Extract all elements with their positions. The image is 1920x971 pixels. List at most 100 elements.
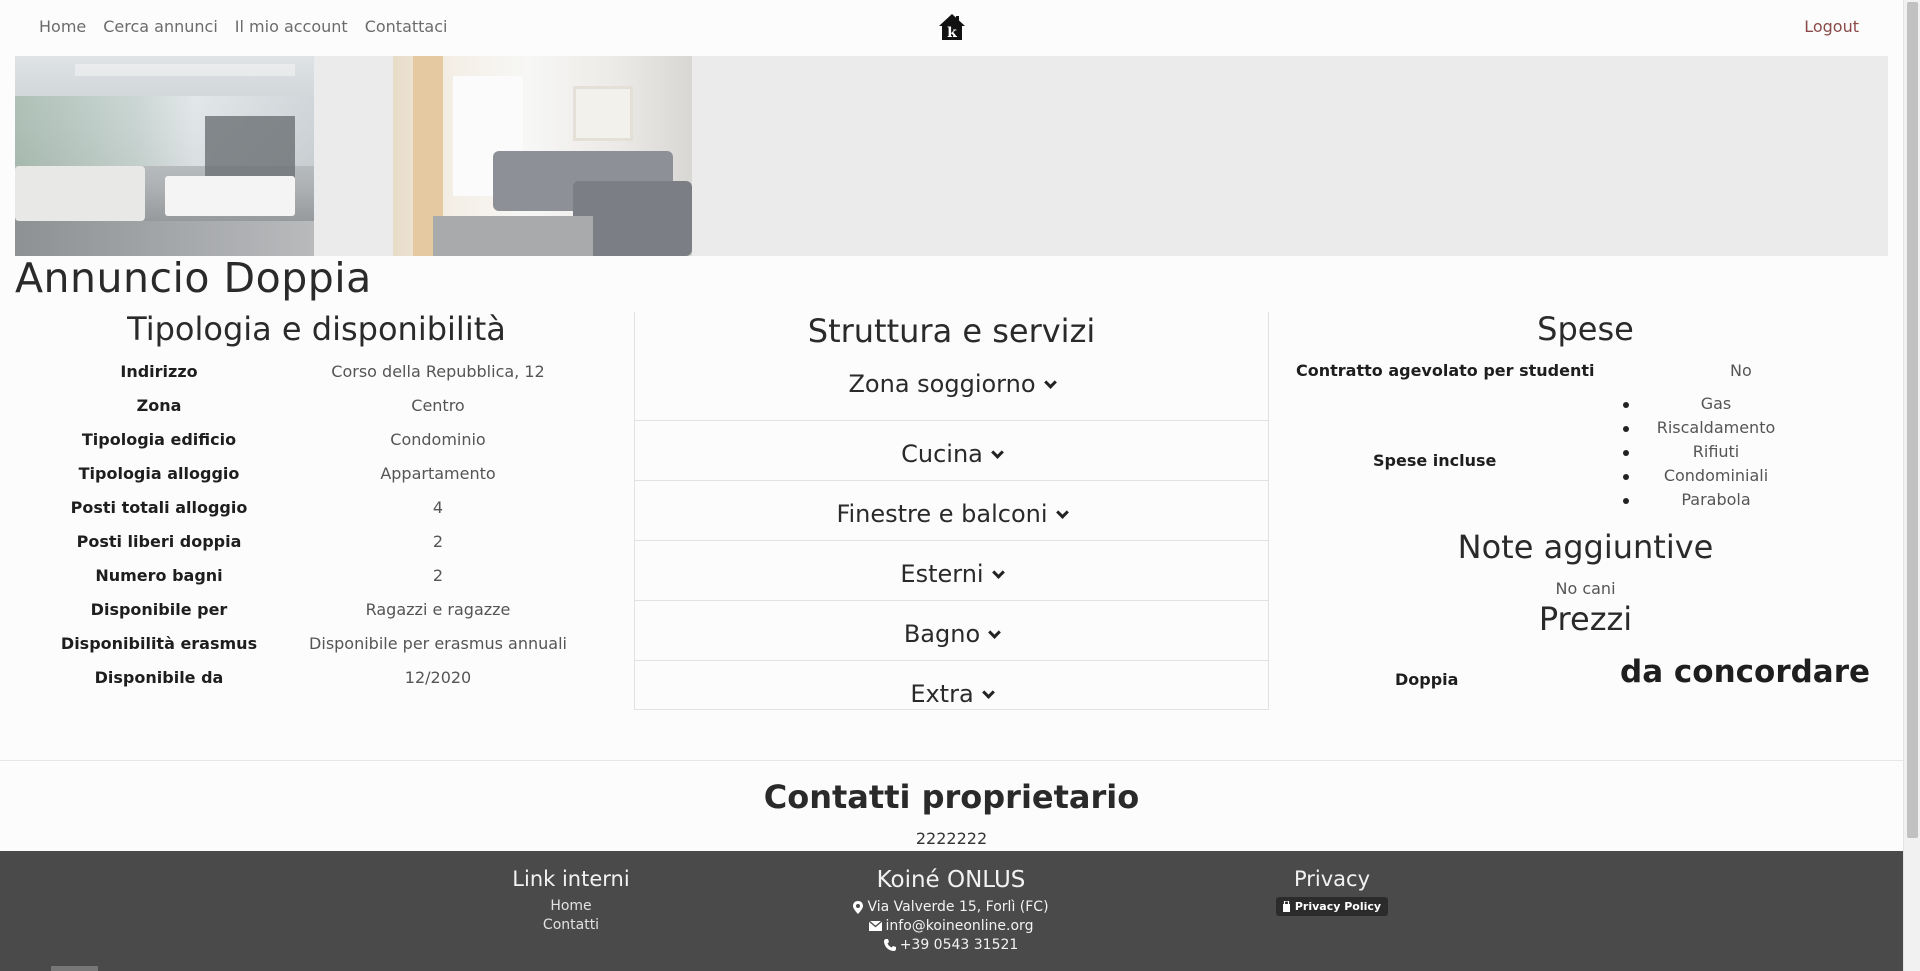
accordion-cucina[interactable]: Cucina	[635, 421, 1268, 481]
house-logo-icon[interactable]: k	[936, 11, 968, 43]
spec-label: Disponibile per	[90, 599, 228, 619]
footer-links-column: Link interni Home Contatti	[471, 867, 671, 933]
section-divider	[0, 760, 1903, 761]
spec-value: Disponibile per erasmus annuali	[309, 633, 567, 653]
spec-label: Posti totali alloggio	[70, 497, 248, 517]
lock-icon	[1282, 901, 1290, 912]
nav-links: Home Cerca annunci Il mio account Contat…	[39, 17, 447, 36]
footer: Link interni Home Contatti Koiné ONLUS V…	[0, 851, 1903, 971]
spec-label: Zona	[136, 395, 182, 415]
footer-bottom-strip	[51, 966, 98, 971]
address-text: Via Valverde 15, Forlì (FC)	[867, 899, 1049, 915]
accordion-bagno[interactable]: Bagno	[635, 601, 1268, 661]
owner-phone: 2222222	[915, 829, 988, 848]
spec-label: Tipologia alloggio	[78, 463, 240, 483]
spec-row-posti-totali: Posti totali alloggio 4	[40, 490, 620, 524]
spec-value: Corso della Repubblica, 12	[331, 361, 545, 381]
nav-account-link[interactable]: Il mio account	[235, 17, 348, 36]
page-scrollbar[interactable]	[1903, 0, 1920, 971]
accordion-label: Extra	[910, 680, 974, 708]
accordion-zona-soggiorno[interactable]: Zona soggiorno	[635, 362, 1268, 421]
spec-label: Numero bagni	[95, 565, 223, 585]
spec-row-tipologia-edificio: Tipologia edificio Condominio	[40, 422, 620, 456]
logout-link[interactable]: Logout	[1804, 17, 1859, 36]
spec-label: Disponibile da	[94, 667, 224, 687]
accordion-esterni[interactable]: Esterni	[635, 541, 1268, 601]
map-marker-icon	[853, 900, 864, 914]
list-item: Condominiali	[1600, 466, 1832, 490]
footer-privacy-column: Privacy Privacy Policy	[1232, 867, 1432, 916]
chevron-down-icon	[1055, 506, 1069, 519]
spec-row-tipologia-alloggio: Tipologia alloggio Appartamento	[40, 456, 620, 490]
specs-table: Indirizzo Corso della Repubblica, 12 Zon…	[40, 354, 620, 694]
list-item: Riscaldamento	[1600, 418, 1832, 442]
spec-row-posti-liberi: Posti liberi doppia 2	[40, 524, 620, 558]
section-title-struttura: Struttura e servizi	[807, 312, 1096, 350]
spec-value: Appartamento	[380, 463, 496, 483]
nav-search-link[interactable]: Cerca annunci	[103, 17, 218, 36]
chevron-down-icon	[981, 686, 995, 699]
photo-gallery	[15, 56, 1888, 256]
accordion-label: Bagno	[903, 620, 981, 648]
section-title-prezzi: Prezzi	[1538, 600, 1633, 638]
scrollbar-thumb[interactable]	[1907, 2, 1918, 838]
nav-home-link[interactable]: Home	[39, 17, 86, 36]
prezzo-label: Doppia	[1395, 670, 1459, 689]
footer-org-title: Koiné ONLUS	[876, 867, 1026, 893]
phone-icon	[883, 939, 896, 951]
struttura-accordion: Struttura e servizi Zona soggiorno Cucin…	[634, 312, 1269, 710]
spese-incluse-label: Spese incluse	[1373, 451, 1497, 470]
envelope-icon	[868, 921, 882, 931]
list-item: Rifiuti	[1600, 442, 1832, 466]
spec-row-disponibile-per: Disponibile per Ragazzi e ragazze	[40, 592, 620, 626]
privacy-policy-button[interactable]: Privacy Policy	[1275, 897, 1389, 916]
footer-email: info@koineonline.org	[801, 918, 1101, 934]
spec-row-indirizzo: Indirizzo Corso della Repubblica, 12	[40, 354, 620, 388]
contratto-label: Contratto agevolato per studenti	[1296, 361, 1595, 380]
page-title: Annuncio Doppia	[15, 254, 372, 302]
spec-value: Centro	[411, 395, 465, 415]
spec-label: Disponibilità erasmus	[60, 633, 258, 653]
chevron-down-icon	[991, 446, 1004, 459]
prezzo-value: da concordare	[1620, 654, 1871, 690]
accordion-finestre-balconi[interactable]: Finestre e balconi	[635, 481, 1268, 541]
accordion-label: Cucina	[901, 440, 983, 468]
footer-contacts-link[interactable]: Contatti	[471, 917, 671, 933]
logo-letter: k	[947, 25, 957, 41]
chevron-down-icon	[1043, 376, 1057, 389]
contratto-value: No	[1730, 361, 1752, 380]
contacts-title: Contatti proprietario	[763, 778, 1140, 816]
footer-privacy-title: Privacy	[1293, 867, 1371, 891]
footer-org-column: Koiné ONLUS Via Valverde 15, Forlì (FC) …	[801, 867, 1101, 953]
spec-value: 2	[432, 565, 444, 585]
phone-text: +39 0543 31521	[899, 937, 1019, 953]
spec-value: 2	[432, 531, 444, 551]
accordion-label: Esterni	[900, 560, 984, 588]
section-title-note: Note aggiuntive	[1457, 528, 1714, 566]
chevron-down-icon	[988, 626, 1002, 639]
footer-address: Via Valverde 15, Forlì (FC)	[801, 899, 1101, 915]
section-title-tipologia: Tipologia e disponibilità	[127, 310, 506, 348]
spec-value: 12/2020	[404, 667, 472, 687]
spec-label: Posti liberi doppia	[76, 531, 242, 551]
footer-phone: +39 0543 31521	[801, 937, 1101, 953]
chevron-down-icon	[991, 566, 1005, 579]
gallery-photo-living-room[interactable]	[15, 56, 314, 256]
spese-incluse-list: Gas Riscaldamento Rifiuti Condominiali P…	[1600, 394, 1832, 514]
email-text[interactable]: info@koineonline.org	[886, 918, 1034, 934]
spec-row-numero-bagni: Numero bagni 2	[40, 558, 620, 592]
top-navbar: Home Cerca annunci Il mio account Contat…	[0, 0, 1903, 56]
spec-row-disponibile-da: Disponibile da 12/2020	[40, 660, 620, 694]
accordion-extra[interactable]: Extra	[635, 661, 1268, 710]
gallery-photo-sofa[interactable]	[393, 56, 692, 256]
footer-home-link[interactable]: Home	[471, 898, 671, 914]
privacy-badge-label: Privacy Policy	[1294, 900, 1382, 913]
accordion-label: Zona soggiorno	[848, 370, 1036, 398]
spec-row-erasmus: Disponibilità erasmus Disponibile per er…	[40, 626, 620, 660]
spec-label: Tipologia edificio	[81, 429, 237, 449]
spec-value: 4	[432, 497, 444, 517]
list-item: Gas	[1600, 394, 1832, 418]
note-text: No cani	[1555, 579, 1616, 598]
section-title-spese: Spese	[1537, 310, 1634, 348]
nav-contact-link[interactable]: Contattaci	[365, 17, 448, 36]
